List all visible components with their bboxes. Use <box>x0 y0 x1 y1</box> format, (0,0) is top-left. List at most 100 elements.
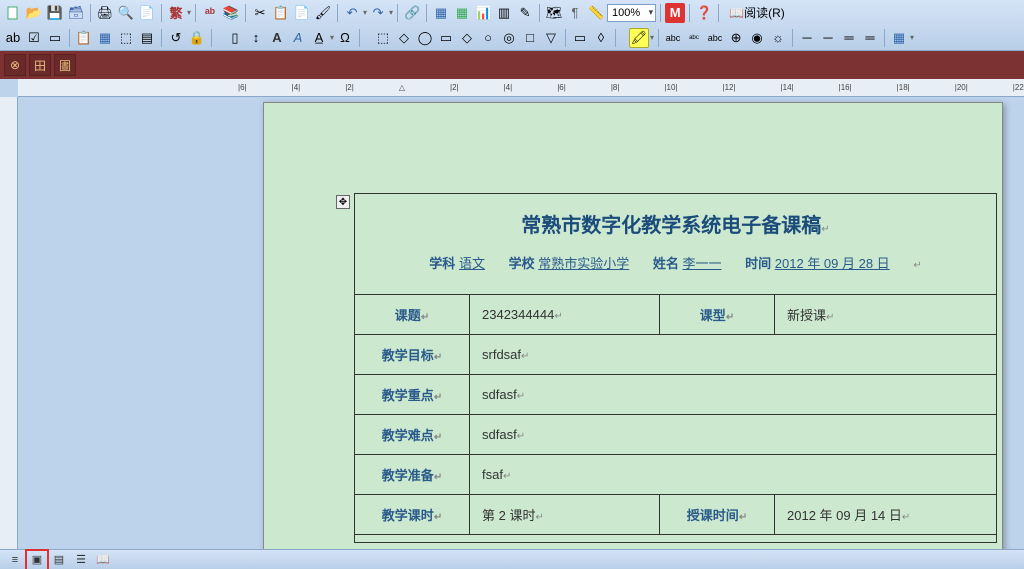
line1-button[interactable]: ─ <box>797 28 817 48</box>
flow1-button[interactable]: ▭ <box>570 28 590 48</box>
copy-button[interactable]: 📋 <box>271 3 291 23</box>
special-btn-3[interactable]: 圕 <box>54 54 76 76</box>
table-row[interactable]: 课题↵ 2342344444↵ 课型↵ 新授课↵ <box>355 295 997 335</box>
form-combo-button[interactable]: ▭ <box>45 28 65 48</box>
table-row[interactable]: 教学准备↵ fsaf↵ <box>355 455 997 495</box>
print-button[interactable]: 🖨 <box>95 3 115 23</box>
time-value: 2012 年 09 月 28 日 <box>775 256 890 271</box>
spell-button[interactable]: ᵃᵇ <box>200 3 220 23</box>
cell-label: 授课时间 <box>687 508 739 523</box>
special-btn-2[interactable]: 田 <box>29 54 51 76</box>
zoom-combo[interactable]: 100% <box>607 4 656 22</box>
para-mark-button[interactable]: ¶ <box>565 3 585 23</box>
form-reset-button[interactable]: ↺ <box>166 28 186 48</box>
format-painter-button[interactable]: 🖌 <box>313 3 333 23</box>
cell-label: 教学目标 <box>382 348 434 363</box>
subject-value: 语文 <box>459 256 485 271</box>
save-button[interactable]: 💾 <box>45 3 65 23</box>
view-outline-button[interactable]: ☰ <box>72 552 90 568</box>
style5-button[interactable]: ◉ <box>747 28 767 48</box>
columns-button[interactable]: ▥ <box>494 3 514 23</box>
shape9-button[interactable]: ▽ <box>541 28 561 48</box>
drawing-button[interactable]: ✎ <box>515 3 535 23</box>
research-button[interactable]: 📚 <box>221 3 241 23</box>
lesson-plan-table[interactable]: 课题↵ 2342344444↵ 课型↵ 新授课↵ 教学目标↵ srfdsaf↵ … <box>354 294 997 543</box>
reading-label: 阅读(R) <box>744 4 785 21</box>
trad-simp-button[interactable]: 繁 <box>166 3 186 23</box>
form-frame-button[interactable]: ⬚ <box>116 28 136 48</box>
text-a-button[interactable]: A <box>267 28 287 48</box>
form-lock-button[interactable]: 🔒 <box>187 28 207 48</box>
cell-label: 教学重点 <box>382 388 434 403</box>
cut-button[interactable]: ✂ <box>250 3 270 23</box>
form-check-button[interactable]: ☑ <box>24 28 44 48</box>
view-normal-button[interactable]: ≡ <box>6 552 24 568</box>
highlight-button[interactable]: 🖍 <box>629 28 649 48</box>
view-print-layout-button[interactable]: ▣ <box>28 552 46 568</box>
shape3-button[interactable]: ◯ <box>415 28 435 48</box>
flow2-button[interactable]: ◊ <box>591 28 611 48</box>
style1-button[interactable]: abc <box>663 28 683 48</box>
form-props-button[interactable]: 📋 <box>74 28 94 48</box>
wordart-button[interactable]: A <box>288 28 308 48</box>
paste-button[interactable]: 📄 <box>292 3 312 23</box>
form-text-button[interactable]: ab <box>3 28 23 48</box>
line4-button[interactable]: ═ <box>860 28 880 48</box>
horizontal-ruler[interactable]: |6||4||2|△|2||4||6||8||10||12||14||16||1… <box>18 79 1024 97</box>
undo-button[interactable]: ↶ <box>342 3 362 23</box>
help-button[interactable]: ❓ <box>694 3 714 23</box>
line3-button[interactable]: ═ <box>839 28 859 48</box>
shape7-button[interactable]: ◎ <box>499 28 519 48</box>
textbox-v-button[interactable]: ▯ <box>225 28 245 48</box>
table-row[interactable]: 教学重点↵ sdfasf↵ <box>355 375 997 415</box>
excel-button[interactable]: ▦ <box>452 3 472 23</box>
border-button[interactable]: ▦ <box>889 28 909 48</box>
cell-value: 新授课 <box>787 308 826 323</box>
line2-button[interactable]: ─ <box>818 28 838 48</box>
document-viewport[interactable]: ✥ 常熟市数字化教学系统电子备课稿 学科 语文 学校 常熟市实验小学 姓名 李一… <box>18 97 1024 549</box>
preview-button[interactable]: 🔍 <box>116 3 136 23</box>
shape4-button[interactable]: ▭ <box>436 28 456 48</box>
open-button[interactable]: 📂 <box>24 3 44 23</box>
insert-symbol-button[interactable]: Ω <box>335 28 355 48</box>
new-doc-button[interactable] <box>3 3 23 23</box>
cell-label: 课题 <box>395 308 421 323</box>
document-page[interactable]: ✥ 常熟市数字化教学系统电子备课稿 学科 语文 学校 常熟市实验小学 姓名 李一… <box>263 102 1003 549</box>
save-all-button[interactable]: 🗃 <box>66 3 86 23</box>
doc-map-button[interactable]: 🗺 <box>544 3 564 23</box>
table-row[interactable] <box>355 535 997 543</box>
cell-label: 教学课时 <box>382 508 434 523</box>
shape1-button[interactable]: ⬚ <box>373 28 393 48</box>
special-btn-1[interactable]: ⊗ <box>4 54 26 76</box>
style4-button[interactable]: ⊕ <box>726 28 746 48</box>
reading-mode-button[interactable]: 📖 阅读(R) <box>723 3 791 23</box>
doc-button[interactable]: 📄 <box>137 3 157 23</box>
table-row[interactable]: 教学难点↵ sdfasf↵ <box>355 415 997 455</box>
dropcap-button[interactable]: A̲ <box>309 28 329 48</box>
shape8-button[interactable]: □ <box>520 28 540 48</box>
table-row[interactable]: 教学目标↵ srfdsaf↵ <box>355 335 997 375</box>
shape5-button[interactable]: ◇ <box>457 28 477 48</box>
table-button[interactable]: ▦ <box>431 3 451 23</box>
toolbar-row-3: ⊗ 田 圕 <box>0 51 1024 79</box>
school-label: 学校 <box>509 256 535 271</box>
view-reading-button[interactable]: 📖 <box>94 552 112 568</box>
style3-button[interactable]: abc <box>705 28 725 48</box>
ruler-button[interactable]: 📏 <box>586 3 606 23</box>
table-row[interactable]: 教学课时↵ 第 2 课时↵ 授课时间↵ 2012 年 09 月 14 日↵ <box>355 495 997 535</box>
style2-button[interactable]: ᵃᵇᶜ <box>684 28 704 48</box>
view-web-button[interactable]: ▤ <box>50 552 68 568</box>
form-grid-button[interactable]: ▦ <box>95 28 115 48</box>
macro-button[interactable]: M <box>665 3 685 23</box>
vertical-ruler[interactable] <box>0 97 18 549</box>
direction-button[interactable]: ↕ <box>246 28 266 48</box>
cell-value: sdfasf <box>482 427 517 442</box>
table-move-handle[interactable]: ✥ <box>336 195 350 209</box>
redo-button[interactable]: ↷ <box>368 3 388 23</box>
form-shade-button[interactable]: ▤ <box>137 28 157 48</box>
hyperlink-button[interactable]: 🔗 <box>402 3 422 23</box>
chart-button[interactable]: 📊 <box>473 3 493 23</box>
shape2-button[interactable]: ◇ <box>394 28 414 48</box>
shape6-button[interactable]: ○ <box>478 28 498 48</box>
style6-button[interactable]: ☼ <box>768 28 788 48</box>
